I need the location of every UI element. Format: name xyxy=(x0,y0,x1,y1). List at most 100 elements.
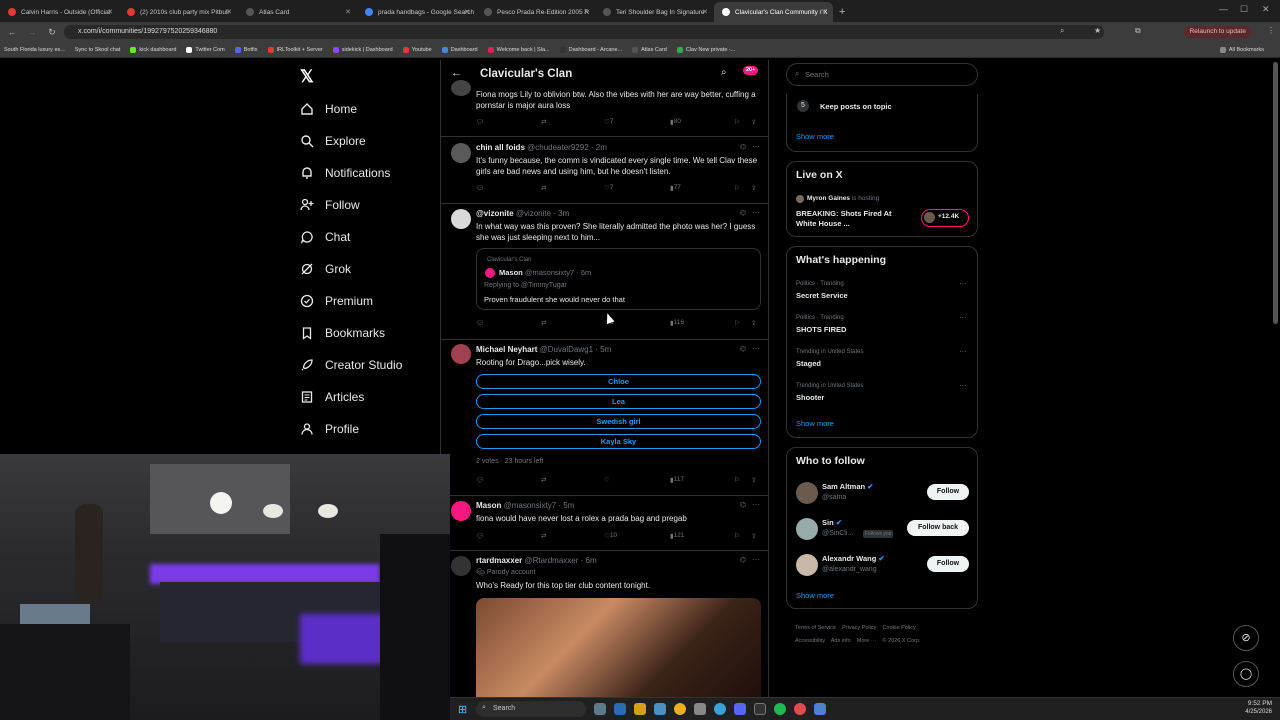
repost-icon[interactable]: ⇄ xyxy=(541,532,546,540)
trend-item[interactable]: Trending in United States Shooter ··· xyxy=(787,379,977,411)
poll-option[interactable]: Kayla Sky xyxy=(476,434,761,449)
avatar[interactable] xyxy=(451,501,471,521)
bookmark[interactable]: Dashboard - Arcane... xyxy=(559,46,622,53)
share-icon[interactable]: ⇪ xyxy=(751,319,756,327)
post[interactable]: chin all foids @chudeater9292 · 2m ⌬ ···… xyxy=(441,137,768,204)
avatar[interactable] xyxy=(451,80,471,96)
minimize-icon[interactable]: — xyxy=(1219,4,1228,14)
grok-icon[interactable]: ⌬ xyxy=(740,345,746,353)
bookmark-icon[interactable]: ⚐ xyxy=(734,184,740,192)
show-more-link[interactable]: Show more xyxy=(796,591,834,600)
footer-link[interactable]: Privacy Policy xyxy=(842,625,876,631)
bookmark[interactable]: Sync to Skool chat xyxy=(75,47,121,53)
reply-icon[interactable]: 💬︎ xyxy=(476,184,484,192)
nav-follow[interactable]: Follow xyxy=(299,195,360,215)
bookmark-icon[interactable]: ⚐ xyxy=(734,476,740,484)
scrollbar[interactable] xyxy=(1273,62,1278,324)
zoom-icon[interactable]: ⌕ xyxy=(1060,26,1064,36)
close-icon[interactable]: ✕ xyxy=(702,8,708,16)
like-button[interactable]: ♡ xyxy=(604,476,610,484)
browser-tab[interactable]: Teri Shoulder Bag In Signature ✕ xyxy=(595,2,714,22)
follow-button[interactable]: Follow xyxy=(927,556,969,572)
share-icon[interactable]: ⇪ xyxy=(751,184,756,192)
poll-option[interactable]: Chloe xyxy=(476,374,761,389)
grok-icon[interactable]: ⌬ xyxy=(740,143,746,151)
reply-icon[interactable]: 💬︎ xyxy=(476,319,484,327)
search-input[interactable]: ⌕ Search xyxy=(786,63,978,86)
bookmark[interactable]: IRLToolkit + Server xyxy=(267,46,323,53)
avatar[interactable] xyxy=(796,482,818,504)
more-icon[interactable]: ··· xyxy=(752,344,760,353)
close-icon[interactable]: ✕ xyxy=(583,8,589,16)
follow-button[interactable]: Follow xyxy=(927,484,969,500)
more-icon[interactable]: ··· xyxy=(959,347,967,356)
windows-start-icon[interactable]: ⊞ xyxy=(458,703,467,716)
app-icon[interactable] xyxy=(694,703,706,715)
share-icon[interactable]: ⇪ xyxy=(751,476,756,484)
quoted-post[interactable]: Clavicular's Clan Mason @masonsixty7 · 6… xyxy=(476,248,761,310)
trend-item[interactable]: Politics · Trending Secret Service ··· xyxy=(787,277,977,309)
bookmark[interactable]: Atlas Card xyxy=(632,46,667,53)
browser-tab[interactable]: Pesco Prada Re-Edition 2005 R ✕ xyxy=(476,2,595,22)
post-author[interactable]: rtardmaxxer @Rtardmaxxer · 6m xyxy=(476,556,597,565)
task-view-icon[interactable] xyxy=(594,703,606,715)
avatar[interactable] xyxy=(451,209,471,229)
browser-tab[interactable]: (2) 2010s club party mix Pitbull ✕ xyxy=(119,2,238,22)
x-logo-icon[interactable]: 𝕏 xyxy=(300,67,314,87)
share-icon[interactable]: ⇪ xyxy=(751,532,756,540)
menu-icon[interactable]: ⋮ xyxy=(1267,26,1275,35)
footer-link[interactable]: More ··· xyxy=(857,638,877,644)
avatar[interactable] xyxy=(796,518,818,540)
post[interactable]: rtardmaxxer @Rtardmaxxer · 6m ⌬ ··· 🎭︎ P… xyxy=(441,551,768,720)
reply-icon[interactable]: 💬︎ xyxy=(476,532,484,540)
nav-bookmarks[interactable]: Bookmarks xyxy=(299,323,385,343)
grok-icon[interactable]: ⌬ xyxy=(740,209,746,217)
post[interactable]: Fiona mogs Lily to oblivion btw. Also th… xyxy=(441,80,768,137)
live-headline[interactable]: BREAKING: Shots Fired At White House ... xyxy=(796,209,911,229)
post[interactable]: Michael Neyhart @DuvalDawg1 · 5m ⌬ ··· R… xyxy=(441,340,768,496)
forward-icon[interactable]: → xyxy=(24,27,40,37)
close-icon[interactable]: ✕ xyxy=(464,8,470,16)
poll-option[interactable]: Swedish girl xyxy=(476,414,761,429)
all-bookmarks[interactable]: All Bookmarks xyxy=(1219,47,1264,53)
obs-icon[interactable] xyxy=(794,703,806,715)
show-more-link[interactable]: Show more xyxy=(796,419,834,428)
bookmark[interactable]: kick dashboard xyxy=(130,46,176,53)
avatar[interactable] xyxy=(796,554,818,576)
nav-home[interactable]: Home xyxy=(299,99,357,119)
repost-icon[interactable]: ⇄ xyxy=(541,118,546,126)
more-icon[interactable]: ··· xyxy=(959,381,967,390)
app-icon[interactable] xyxy=(814,703,826,715)
show-more-link[interactable]: Show more xyxy=(796,132,834,141)
share-icon[interactable]: ⇪ xyxy=(751,118,756,126)
bookmark[interactable]: sidekick | Dashboard xyxy=(332,46,393,53)
grok-icon[interactable]: ⌬ xyxy=(740,501,746,509)
nav-grok[interactable]: Grok xyxy=(299,259,351,279)
like-button[interactable]: ♡ 10 xyxy=(604,532,617,540)
avatar[interactable] xyxy=(451,556,471,576)
footer-link[interactable]: Accessibility xyxy=(795,638,825,644)
more-icon[interactable]: ··· xyxy=(752,555,760,564)
extensions-icon[interactable]: ⧉ xyxy=(1135,26,1141,36)
app-icon[interactable] xyxy=(654,703,666,715)
nav-chat[interactable]: Chat xyxy=(299,227,350,247)
star-icon[interactable]: ★ xyxy=(1094,26,1101,35)
footer-link[interactable]: Ads info xyxy=(831,638,851,644)
post[interactable]: Mason @masonsixty7 · 5m ⌬ ··· fiona woul… xyxy=(441,496,768,551)
relaunch-button[interactable]: Relaunch to update xyxy=(1183,26,1252,38)
views-count[interactable]: ▮ 77 xyxy=(670,184,681,192)
nav-premium[interactable]: Premium xyxy=(299,291,373,311)
grok-float-icon[interactable]: ⊘ xyxy=(1233,625,1259,651)
browser-tab[interactable]: Atlas Card ✕ xyxy=(238,2,357,22)
edge-icon[interactable] xyxy=(714,703,726,715)
repost-icon[interactable]: ⇄ xyxy=(541,476,546,484)
close-icon[interactable]: ✕ xyxy=(107,8,113,16)
url-field[interactable]: x.com/i/communities/1992797520259346880 xyxy=(64,25,1104,39)
browser-tab[interactable]: prada handbags - Google Search ✕ xyxy=(357,2,476,22)
nav-explore[interactable]: Explore xyxy=(299,131,366,151)
close-window-icon[interactable]: ✕ xyxy=(1262,4,1270,15)
bookmark-icon[interactable]: ⚐ xyxy=(734,118,740,126)
footer-link[interactable]: Cookie Policy xyxy=(882,625,915,631)
clock-date[interactable]: 4/25/2026 xyxy=(1230,709,1272,715)
views-count[interactable]: ▮ 117 xyxy=(670,476,684,484)
